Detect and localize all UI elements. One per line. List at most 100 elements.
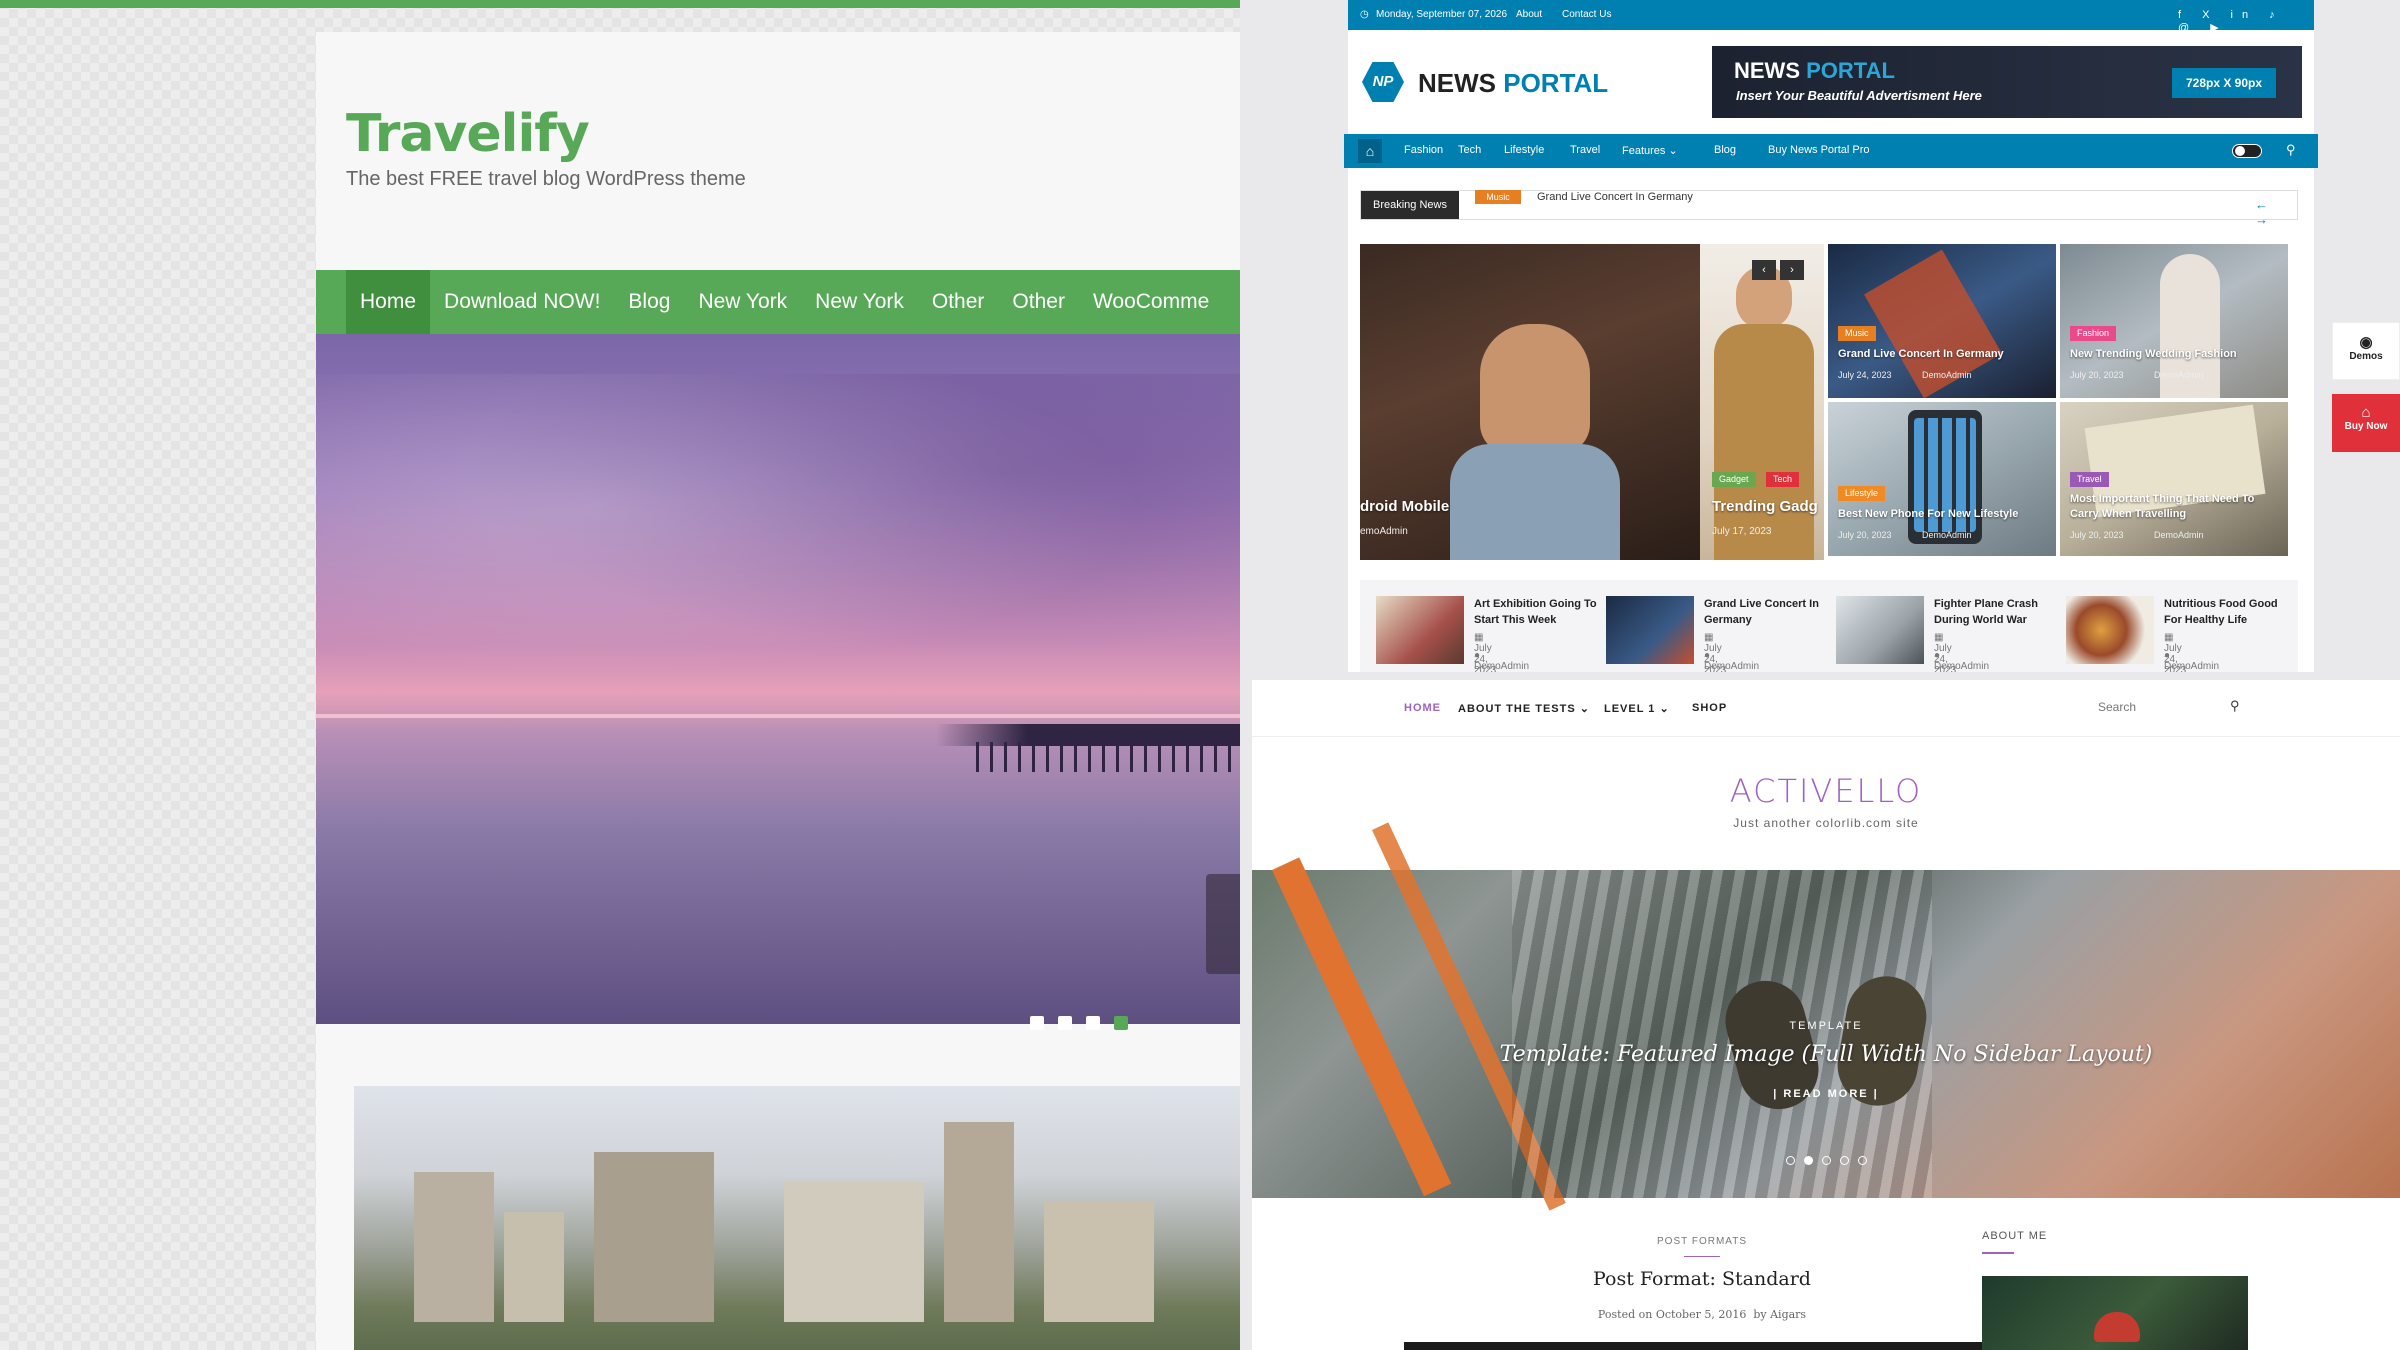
social-icons[interactable]: f X in ♪ @ ▶ — [2178, 9, 2314, 34]
featured-card-tall[interactable]: ‹ › Gadget Tech Trending Gadg July 17, 2… — [1700, 244, 1824, 560]
nav-item-other[interactable]: Other — [918, 270, 999, 334]
logo-mark[interactable]: NP — [1362, 62, 1404, 102]
nav-item-lifestyle[interactable]: Lifestyle — [1504, 144, 1544, 156]
slider-dot-1[interactable] — [1030, 1016, 1044, 1030]
top-link-contact[interactable]: Contact Us — [1562, 9, 1611, 20]
ticker-category[interactable]: Music — [1475, 190, 1521, 204]
slider-dot-2[interactable] — [1058, 1016, 1072, 1030]
nav-item-blog[interactable]: Blog — [1714, 144, 1736, 156]
person-photo — [1480, 324, 1590, 454]
chevron-left-icon[interactable]: ‹ — [1752, 260, 1776, 280]
hero-title[interactable]: Template: Featured Image (Full Width No … — [1252, 1042, 2400, 1067]
grid-card-2[interactable]: Fashion New Trending Wedding Fashion Jul… — [2060, 244, 2288, 398]
dark-mode-toggle[interactable] — [2232, 144, 2262, 158]
post-title[interactable]: Post Format: Standard — [1502, 1268, 1902, 1290]
search-input[interactable]: Search ⚲ — [2098, 690, 2248, 724]
clock-icon: ◷ — [1360, 9, 1369, 20]
card-title[interactable]: Best New Phone For New Lifestyle — [1838, 508, 2018, 520]
home-icon[interactable]: ⌂ — [1358, 139, 1382, 163]
slider-next-arrow[interactable] — [1206, 874, 1240, 974]
post-title[interactable]: Grand Live Concert In Germany — [1704, 596, 1834, 628]
about-photo — [1982, 1276, 2248, 1350]
post-image[interactable] — [1404, 1342, 2000, 1350]
top-link-about[interactable]: About — [1516, 9, 1542, 20]
nav-item-woocommerce[interactable]: WooComme — [1079, 270, 1223, 334]
post-author[interactable]: Aigars — [1770, 1308, 1806, 1321]
read-more-link[interactable]: | READ MORE | — [1252, 1088, 2400, 1100]
site-title[interactable]: ACTIVELLO — [1252, 772, 2400, 810]
calendar-icon: ▦ — [1704, 632, 1714, 643]
nav-item-level-1[interactable]: LEVEL 1 ⌄ — [1604, 702, 1670, 715]
nav-item-other-2[interactable]: Other — [998, 270, 1079, 334]
post-title[interactable]: Nutritious Food Good For Healthy Life — [2164, 596, 2294, 628]
site-title[interactable]: Travelify — [346, 104, 590, 164]
hero-category[interactable]: TEMPLATE — [1252, 1020, 2400, 1032]
post-thumbnail[interactable] — [1606, 596, 1694, 664]
post-title[interactable]: Fighter Plane Crash During World War — [1934, 596, 2064, 628]
slider-dot-1[interactable] — [1786, 1156, 1795, 1165]
post-author: ● DemoAdmin — [2164, 650, 2220, 672]
nav-item-about-the-tests[interactable]: ABOUT THE TESTS ⌄ — [1458, 702, 1590, 715]
hero-slider[interactable] — [316, 334, 1240, 1024]
slider-dot-2-active[interactable] — [1804, 1156, 1813, 1165]
slider-dot-3[interactable] — [1086, 1016, 1100, 1030]
search-icon[interactable]: ⚲ — [2286, 142, 2296, 158]
nav-item-features[interactable]: Features ⌄ — [1622, 144, 1678, 157]
split-divider-horizontal — [1240, 672, 2400, 680]
site-tagline: The best FREE travel blog WordPress them… — [346, 168, 746, 190]
buy-now-button[interactable]: ⌂ Buy Now — [2332, 394, 2400, 452]
nav-item-blog[interactable]: Blog — [614, 270, 684, 334]
site-logo[interactable]: NEWS PORTAL — [1418, 68, 1608, 99]
calendar-icon: ▦ — [1474, 632, 1484, 643]
grid-card-4[interactable]: Travel Most Important Thing That Need To… — [2060, 402, 2288, 556]
card-title[interactable]: droid Mobile — [1360, 498, 1449, 515]
card-date: July 20, 2023 — [2070, 530, 2124, 540]
post-thumbnail[interactable] — [1836, 596, 1924, 664]
slider-dot-5[interactable] — [1858, 1156, 1867, 1165]
card-title[interactable]: Most Important Thing That Need To Carry … — [2070, 492, 2280, 522]
slider-dot-3[interactable] — [1822, 1156, 1831, 1165]
hero-slider[interactable]: TEMPLATE Template: Featured Image (Full … — [1252, 822, 2400, 1211]
search-icon[interactable]: ⚲ — [2230, 698, 2240, 714]
nav-item-travel[interactable]: Travel — [1570, 144, 1600, 156]
post-featured-image[interactable] — [354, 1086, 1240, 1350]
post-category[interactable]: POST FORMATS — [1638, 1236, 1766, 1247]
card-title[interactable]: New Trending Wedding Fashion — [2070, 348, 2237, 360]
slider-dot-4[interactable] — [1840, 1156, 1849, 1165]
chevron-right-icon[interactable]: › — [1780, 260, 1804, 280]
nav-item-new-york[interactable]: New York — [684, 270, 801, 334]
post-thumbnail[interactable] — [2066, 596, 2154, 664]
nav-item-home[interactable]: Home — [346, 270, 431, 334]
card-tag[interactable]: Lifestyle — [1838, 486, 1886, 501]
card-tag[interactable]: Travel — [2070, 472, 2109, 487]
card-title[interactable]: Grand Live Concert In Germany — [1838, 348, 2004, 360]
ticker-headline[interactable]: Grand Live Concert In Germany — [1537, 191, 1693, 203]
card-tag[interactable]: Music — [1838, 326, 1876, 341]
ticker-arrows[interactable]: ← → — [2255, 197, 2297, 227]
nav-item-shop[interactable]: SHOP — [1692, 702, 1727, 714]
nav-item-fashion[interactable]: Fashion — [1404, 144, 1443, 156]
calendar-icon: ▦ — [2164, 632, 2174, 643]
nav-item-home[interactable]: HOME — [1404, 702, 1441, 714]
card-tag-gadget[interactable]: Gadget — [1712, 472, 1756, 487]
grid-card-1[interactable]: Music Grand Live Concert In Germany July… — [1828, 244, 2056, 398]
nav-item-new-york-2[interactable]: New York — [801, 270, 918, 334]
about-underline — [1982, 1252, 2014, 1254]
post-date[interactable]: October 5, 2016 — [1656, 1308, 1747, 1321]
featured-card-big[interactable]: droid Mobile emoAdmin — [1360, 244, 1700, 560]
card-date: July 24, 2023 — [1838, 370, 1892, 380]
header-ad-banner[interactable]: NEWS PORTAL Insert Your Beautiful Advert… — [1712, 46, 2302, 118]
card-tag[interactable]: Fashion — [2070, 326, 2117, 341]
card-tag-tech[interactable]: Tech — [1766, 472, 1800, 487]
nav-item-buy-pro[interactable]: Buy News Portal Pro — [1768, 144, 1869, 156]
chevron-down-icon: ⌄ — [1668, 145, 1678, 157]
card-title[interactable]: Trending Gadg — [1712, 498, 1818, 515]
nav-item-tech[interactable]: Tech — [1458, 144, 1481, 156]
demos-button[interactable]: ◉ Demos — [2332, 322, 2400, 380]
slider-dot-4-active[interactable] — [1114, 1016, 1128, 1030]
chevron-down-icon: ⌄ — [1579, 703, 1590, 715]
nav-item-download[interactable]: Download NOW! — [430, 270, 614, 334]
grid-card-3[interactable]: Lifestyle Best New Phone For New Lifesty… — [1828, 402, 2056, 556]
post-title[interactable]: Art Exhibition Going To Start This Week — [1474, 596, 1604, 628]
post-thumbnail[interactable] — [1376, 596, 1464, 664]
